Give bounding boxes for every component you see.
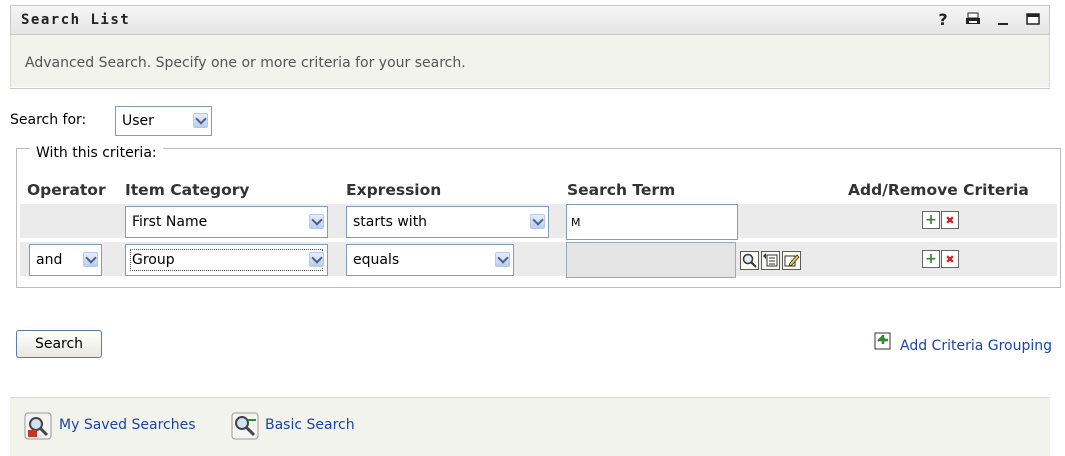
header-add-remove: Add/Remove Criteria (848, 181, 1029, 199)
header-item-category: Item Category (125, 181, 250, 199)
header-operator: Operator (27, 181, 106, 199)
description-bar: Advanced Search. Specify one or more cri… (10, 35, 1050, 87)
search-term-input[interactable]: M (566, 204, 738, 240)
expression-value: starts with (353, 214, 428, 230)
add-criteria-grouping-link[interactable]: Add Criteria Grouping (900, 338, 1052, 354)
chevron-down-icon[interactable] (309, 214, 324, 229)
search-term-input-disabled[interactable] (566, 242, 736, 278)
expression-select[interactable]: equals (346, 244, 514, 276)
help-icon[interactable]: ? (935, 10, 951, 29)
item-category-value: Group (132, 252, 175, 268)
item-category-select[interactable]: First Name (125, 206, 328, 238)
header-expression: Expression (346, 181, 442, 199)
item-category-select[interactable]: Group (125, 244, 328, 276)
basic-search-link[interactable]: Basic Search (265, 417, 355, 433)
search-for-select[interactable]: User (115, 106, 212, 136)
add-criteria-button[interactable]: + (922, 250, 940, 268)
add-criteria-button[interactable]: + (922, 211, 940, 229)
search-for-label: Search for: (10, 112, 87, 128)
title-bar-icons: ? (935, 10, 1041, 29)
item-category-value: First Name (132, 214, 208, 230)
expression-value: equals (353, 252, 400, 268)
remove-criteria-button[interactable]: ✖ (941, 250, 959, 268)
chevron-down-icon[interactable] (309, 252, 324, 267)
basic-search-icon[interactable] (231, 412, 259, 444)
print-icon[interactable] (965, 10, 981, 28)
portlet-title-bar: Search List ? (10, 5, 1050, 35)
history-list-icon[interactable] (761, 251, 780, 270)
my-saved-searches-link[interactable]: My Saved Searches (59, 417, 196, 433)
criteria-legend: With this criteria: (30, 145, 163, 161)
operator-value: and (36, 252, 63, 268)
add-grouping-icon[interactable] (874, 332, 894, 356)
divider (10, 88, 1050, 89)
magnifier-icon[interactable] (740, 251, 759, 270)
edit-icon[interactable] (782, 251, 801, 270)
chevron-down-icon[interactable] (83, 252, 98, 267)
header-search-term: Search Term (567, 181, 676, 199)
search-term-value: M (571, 215, 581, 229)
chevron-down-icon[interactable] (495, 252, 510, 267)
operator-select[interactable]: and (29, 244, 102, 276)
saved-searches-icon[interactable] (24, 412, 52, 444)
page-title: Search List (21, 12, 131, 28)
chevron-down-icon[interactable] (193, 113, 208, 128)
remove-criteria-button[interactable]: ✖ (941, 211, 959, 229)
expression-select[interactable]: starts with (346, 206, 549, 238)
search-button[interactable]: Search (16, 330, 102, 358)
bottom-bar: My Saved Searches Basic Search (10, 397, 1050, 456)
chevron-down-icon[interactable] (530, 214, 545, 229)
maximize-icon[interactable] (1025, 10, 1041, 28)
search-for-value: User (122, 113, 154, 129)
minimize-icon[interactable] (995, 10, 1011, 28)
description-text: Advanced Search. Specify one or more cri… (25, 55, 466, 71)
